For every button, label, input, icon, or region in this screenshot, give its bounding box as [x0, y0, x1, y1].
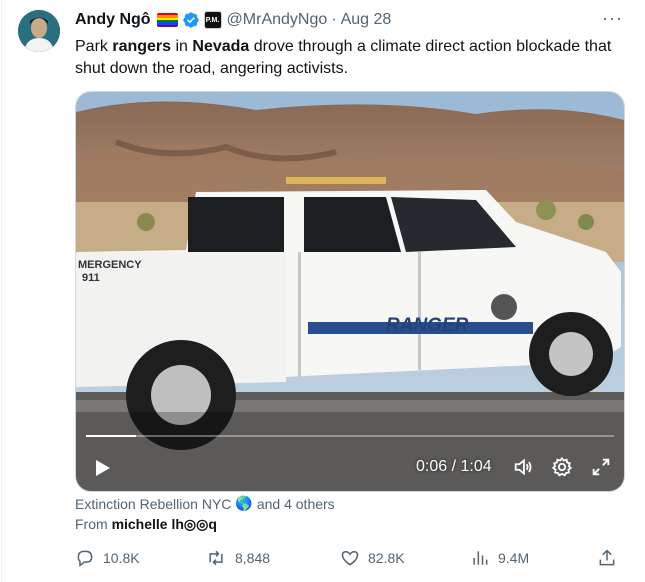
volume-icon[interactable]	[512, 456, 534, 478]
heart-icon	[341, 550, 359, 566]
affiliate-badge-icon[interactable]: P.M.	[204, 12, 221, 28]
progress-bar[interactable]	[86, 435, 614, 437]
share-button[interactable]	[597, 548, 625, 568]
repost-button[interactable]: 8,848	[205, 548, 270, 568]
action-bar: 10.8K 8,848 82.8K 9.4M	[75, 548, 620, 572]
more-options-icon[interactable]: ···	[602, 8, 623, 29]
progress-fill	[86, 435, 136, 437]
tagged-users[interactable]: Extinction Rebellion NYC 🌎 and 4 others	[75, 495, 335, 512]
truck-side-label-2: 911	[82, 272, 100, 284]
share-icon	[599, 549, 615, 566]
views-icon	[473, 551, 488, 565]
tweet-header: Andy Ngô P.M. @MrAndyNgo · Aug 28	[75, 9, 635, 31]
views-button[interactable]: 9.4M	[470, 548, 529, 568]
like-button[interactable]: 82.8K	[340, 548, 405, 568]
avatar[interactable]	[18, 10, 60, 52]
from-label: From	[75, 516, 108, 532]
reply-button[interactable]: 10.8K	[75, 548, 140, 568]
truck-door-label: RANGER	[386, 315, 469, 336]
globe-icon: 🌎	[235, 495, 253, 511]
repost-count: 8,848	[235, 550, 271, 566]
header-separator: ·	[331, 11, 337, 28]
video-time: 0:06 / 1:04	[416, 458, 492, 475]
timeline-divider	[1, 0, 2, 582]
repost-icon	[209, 550, 223, 566]
reply-icon	[77, 550, 93, 568]
rainbow-flag-icon	[156, 13, 178, 27]
views-count: 9.4M	[498, 550, 530, 566]
video-source: From michelle lh◎◎q	[75, 516, 217, 533]
truck-side-label-1: MERGENCY	[78, 259, 142, 271]
gear-icon[interactable]	[551, 456, 573, 478]
tagged-user[interactable]: Extinction Rebellion NYC	[75, 496, 231, 512]
tweet-text: Park rangers in Nevada drove through a c…	[75, 38, 612, 77]
author-name[interactable]: Andy Ngô	[75, 11, 151, 29]
reply-count: 10.8K	[103, 550, 140, 566]
video-player[interactable]: RANGER MERGENCY 911 0:06 / 1:04	[75, 91, 625, 492]
play-icon[interactable]	[90, 456, 114, 480]
fullscreen-icon[interactable]	[590, 456, 612, 478]
source-user[interactable]: michelle lh◎◎q	[112, 516, 217, 532]
tagged-others[interactable]: and 4 others	[257, 496, 335, 512]
verified-badge-icon[interactable]	[182, 11, 200, 29]
video-frame: RANGER MERGENCY 911	[76, 92, 624, 491]
tweet-date[interactable]: Aug 28	[341, 11, 392, 29]
like-count: 82.8K	[368, 550, 405, 566]
author-handle[interactable]: @MrAndyNgo	[227, 11, 328, 29]
